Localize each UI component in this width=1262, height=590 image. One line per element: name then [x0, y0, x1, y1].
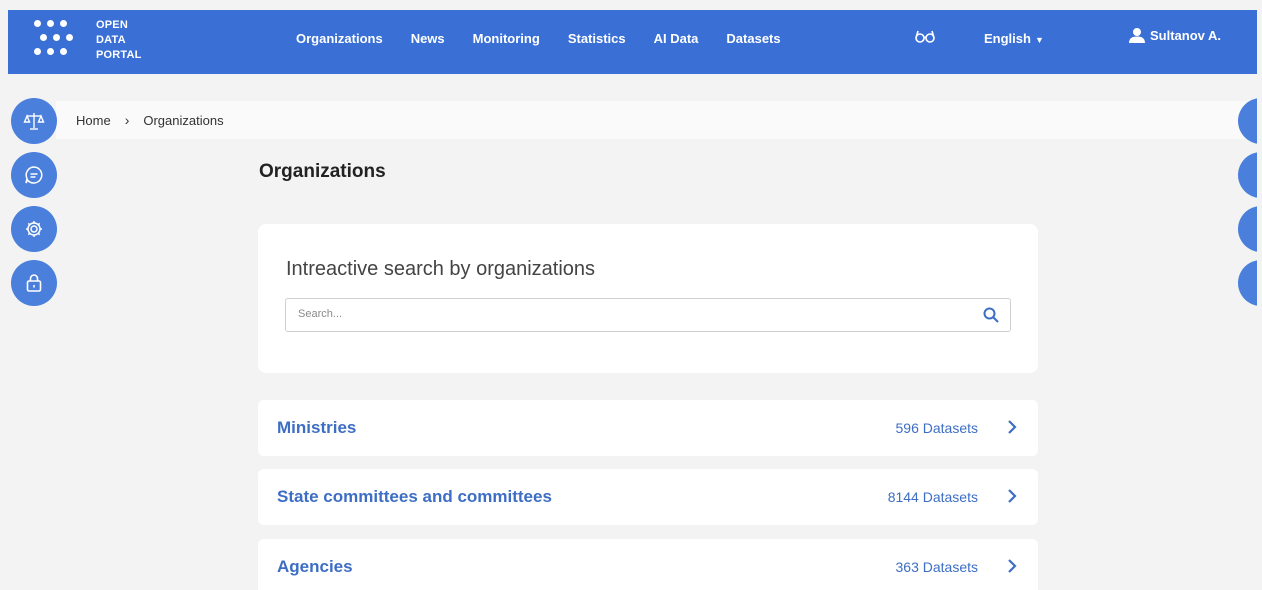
logo-text: OPEN DATA PORTAL	[96, 18, 142, 61]
search-box	[285, 298, 1011, 332]
chevron-right-icon: ›	[124, 112, 130, 128]
search-title: Intreactive search by organizations	[286, 258, 596, 280]
org-card-state-committees[interactable]: State committees and committees 8144 Dat…	[258, 469, 1038, 525]
help-icon[interactable]	[1238, 260, 1257, 306]
language-selector[interactable]: English ▼	[984, 31, 1044, 46]
org-dataset-count: 596 Datasets	[895, 420, 979, 436]
page-frame: OPEN DATA PORTAL Organizations News Moni…	[8, 10, 1257, 590]
user-menu[interactable]: Sultanov A.	[1128, 27, 1221, 43]
search-icon[interactable]	[982, 306, 1000, 329]
chat-icon[interactable]	[11, 152, 57, 198]
scales-icon[interactable]	[11, 98, 57, 144]
org-name: Agencies	[277, 557, 353, 576]
user-group-icon[interactable]	[1238, 152, 1257, 198]
breadcrumb: Home › Organizations	[56, 101, 1257, 139]
org-card-agencies[interactable]: Agencies 363 Datasets	[258, 539, 1038, 590]
portal-logo[interactable]: OPEN DATA PORTAL	[30, 14, 142, 66]
chevron-right-icon	[1006, 418, 1018, 441]
nav-organizations[interactable]: Organizations	[296, 31, 383, 46]
org-name: Ministries	[277, 418, 357, 437]
nav-ai-data[interactable]: AI Data	[654, 31, 699, 46]
caret-down-icon: ▼	[1034, 35, 1044, 45]
nav-monitoring[interactable]: Monitoring	[473, 31, 540, 46]
logo-dots-icon	[30, 14, 82, 66]
search-card: Intreactive search by organizations	[258, 224, 1038, 373]
org-dataset-count: 8144 Datasets	[887, 489, 978, 505]
top-header: OPEN DATA PORTAL Organizations News Moni…	[8, 10, 1257, 74]
document-icon[interactable]	[1238, 206, 1257, 252]
page-title: Organizations	[259, 161, 386, 182]
lock-icon[interactable]	[11, 260, 57, 306]
main-nav: Organizations News Monitoring Statistics…	[296, 31, 809, 46]
breadcrumb-home[interactable]: Home	[76, 113, 111, 128]
user-icon	[1129, 28, 1145, 43]
nav-datasets[interactable]: Datasets	[726, 31, 780, 46]
chevron-right-icon	[1006, 557, 1018, 580]
settings-icon[interactable]	[11, 206, 57, 252]
search-input[interactable]	[298, 299, 978, 329]
nav-statistics[interactable]: Statistics	[568, 31, 626, 46]
org-dataset-count: 363 Datasets	[895, 559, 979, 575]
nav-news[interactable]: News	[411, 31, 445, 46]
user-name: Sultanov A.	[1150, 27, 1222, 43]
chevron-right-icon	[1006, 487, 1018, 510]
org-name: State committees and committees	[277, 487, 552, 506]
glasses-icon[interactable]	[914, 28, 936, 49]
breadcrumb-current: Organizations	[143, 112, 224, 128]
org-card-ministries[interactable]: Ministries 596 Datasets	[258, 400, 1038, 456]
